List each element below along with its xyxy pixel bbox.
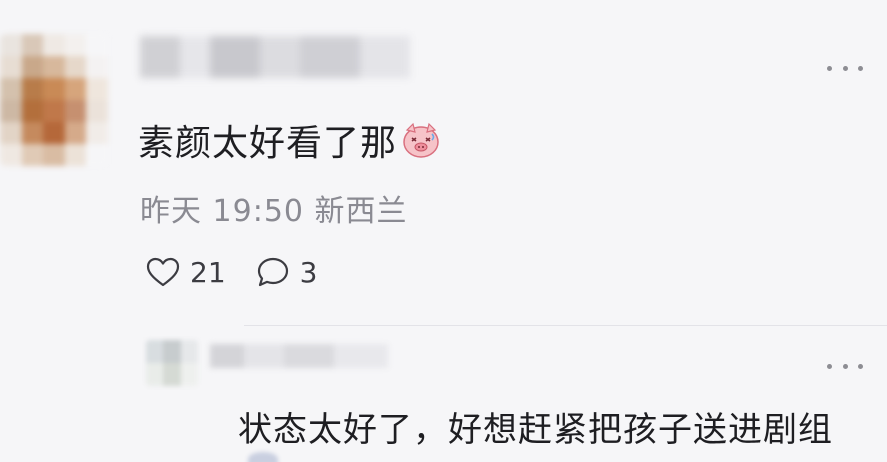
reply-avatar[interactable] xyxy=(146,340,198,386)
like-count: 21 xyxy=(190,255,226,289)
username-redacted[interactable] xyxy=(140,36,410,78)
avatar[interactable] xyxy=(0,34,108,166)
pig-face-sticker-icon xyxy=(403,122,439,158)
cutoff-avatar xyxy=(248,452,278,462)
divider xyxy=(244,325,887,326)
comment-thread: 素颜太好看了那 昨天 19:50 新西兰 21 3 状态太好了，好想赶紧把孩子送… xyxy=(0,0,887,462)
comment-actions: 21 3 xyxy=(146,252,317,292)
reply-count: 3 xyxy=(299,255,318,289)
reply-button[interactable]: 3 xyxy=(256,255,318,289)
more-dots-icon[interactable] xyxy=(827,62,863,74)
reply-username-redacted[interactable] xyxy=(210,344,388,368)
speech-bubble-icon xyxy=(257,257,288,287)
comment-text: 素颜太好看了那 xyxy=(138,114,441,166)
reply-more-dots-icon[interactable] xyxy=(827,360,863,372)
heart-outline-icon xyxy=(146,257,180,287)
reply-text: 状态太好了，好想赶紧把孩子送进剧组 xyxy=(238,410,833,450)
comment-body: 素颜太好看了那 xyxy=(138,123,398,164)
like-button[interactable]: 21 xyxy=(146,256,226,289)
comment-meta: 昨天 19:50 新西兰 xyxy=(140,194,408,229)
